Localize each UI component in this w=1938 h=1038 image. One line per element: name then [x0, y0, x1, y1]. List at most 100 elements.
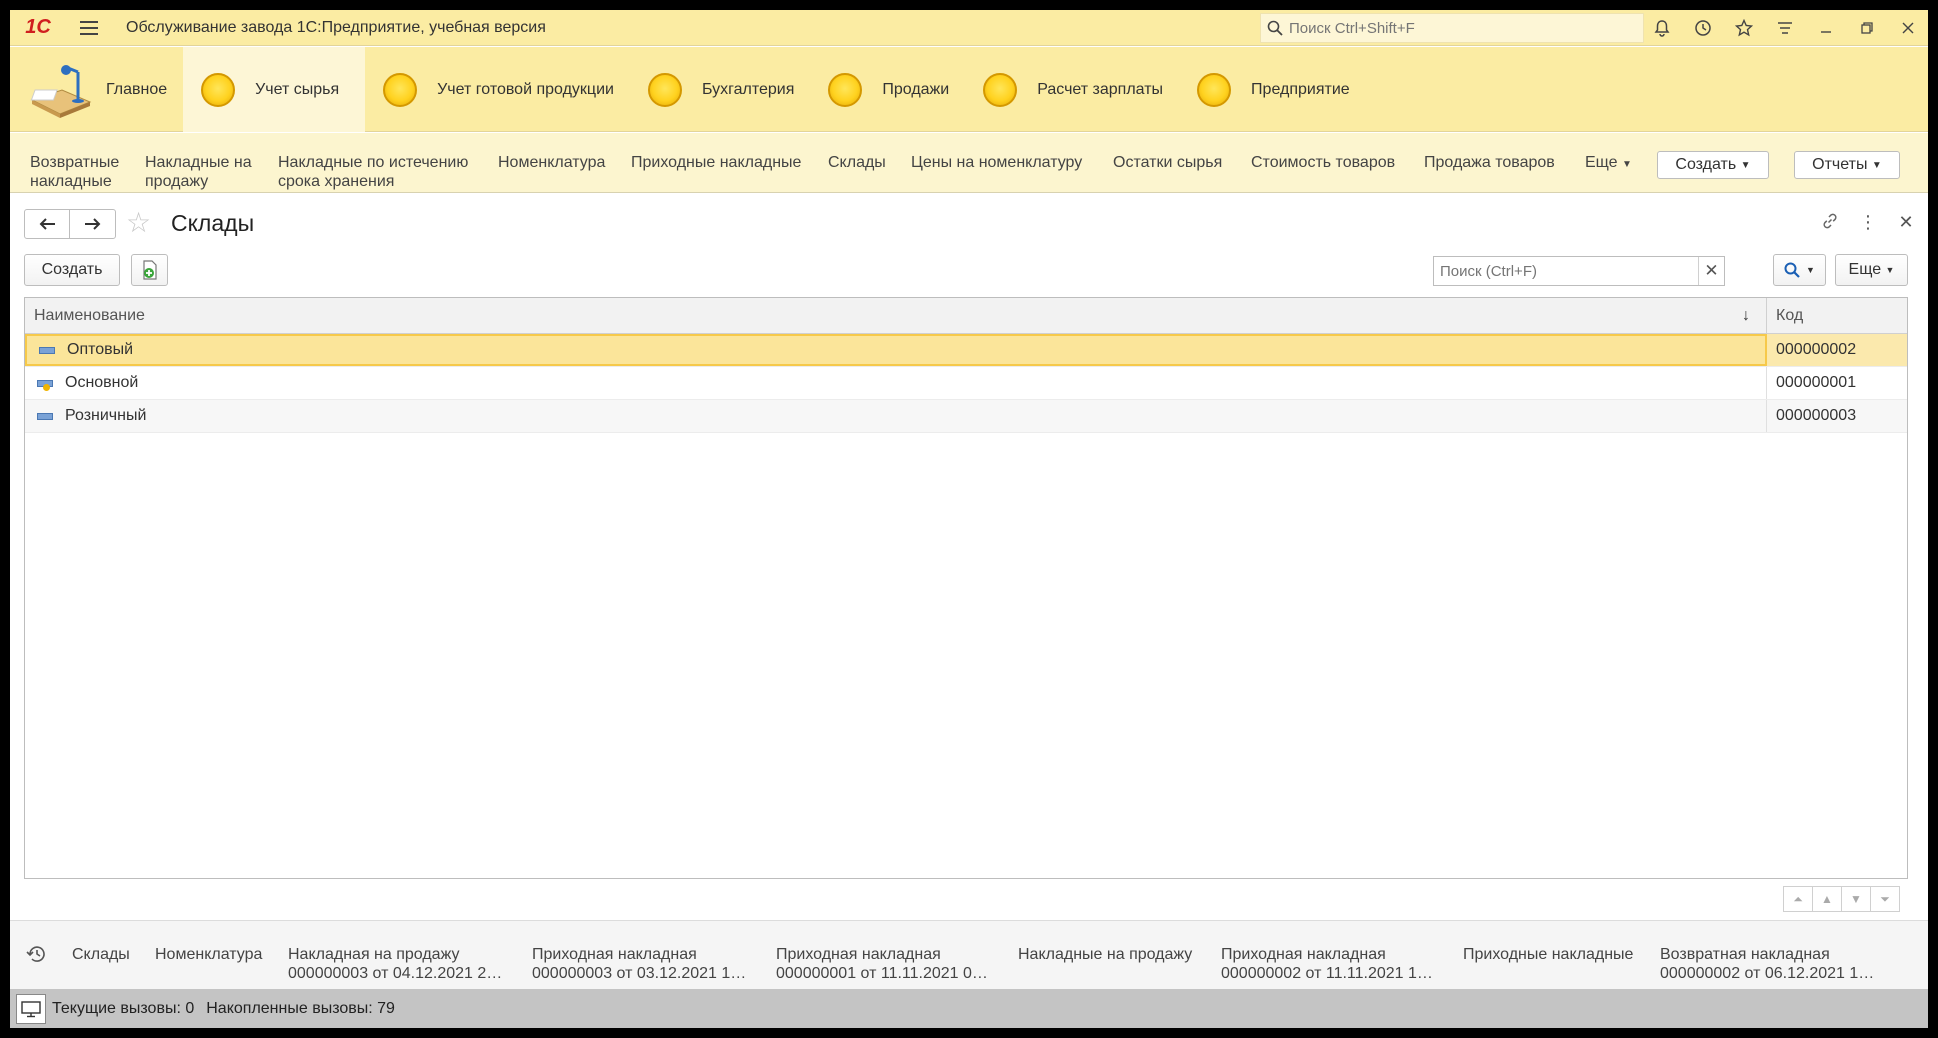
home-desk-icon — [28, 60, 94, 120]
page-title: Склады — [171, 210, 255, 236]
main-catalog-item-icon — [37, 378, 53, 391]
scroll-up-icon[interactable]: ▲ — [1812, 886, 1842, 912]
catalog-item-icon — [37, 411, 53, 421]
status-bar: Текущие вызовы: 0 Накопленные вызовы: 79 — [10, 989, 1928, 1028]
section-payroll[interactable]: Расчет зарплаты — [965, 47, 1179, 132]
chevron-down-icon: ▼ — [1885, 265, 1895, 275]
favorites-icon[interactable] — [1723, 10, 1764, 46]
history-item[interactable]: Номенклатура — [155, 945, 262, 964]
app-window: 1С Обслуживание завода 1С:Предприятие, у… — [10, 10, 1928, 1028]
history-panel: Склады Номенклатура Накладная на продажу… — [10, 920, 1928, 996]
history-icon[interactable] — [26, 943, 48, 971]
section-sales[interactable]: Продажи — [810, 47, 965, 132]
bell-icon[interactable] — [1641, 10, 1682, 46]
app-title: Обслуживание завода 1С:Предприятие, учеб… — [126, 18, 546, 36]
section-label: Учет готовой продукции — [437, 80, 614, 98]
catalog-item-icon — [39, 345, 55, 355]
search-input[interactable] — [1434, 262, 1698, 280]
row-code: 000000003 — [1776, 407, 1857, 424]
func-link-receipt-invoices[interactable]: Приходные накладные — [631, 153, 801, 172]
section-coin-icon — [1197, 72, 1232, 107]
column-header-name[interactable]: Наименование ↓ — [25, 298, 1767, 333]
close-icon[interactable]: ✕ — [1894, 212, 1918, 235]
table-header: Наименование ↓ Код — [25, 298, 1907, 334]
table-row[interactable]: Розничный 000000003 — [25, 400, 1907, 433]
search-icon — [1784, 262, 1800, 278]
history-item[interactable]: Возвратная накладная 000000002 от 06.12.2… — [1660, 945, 1874, 983]
section-home[interactable]: Главное — [10, 47, 183, 132]
chevron-down-icon: ▼ — [1871, 159, 1882, 171]
favorite-star-icon[interactable]: ☆ — [126, 206, 151, 239]
func-link-goods-cost[interactable]: Стоимость товаров — [1251, 153, 1395, 172]
nav-buttons — [24, 209, 116, 239]
func-link-prices[interactable]: Цены на номенклатуру — [911, 153, 1082, 172]
global-search[interactable] — [1260, 13, 1644, 43]
history-item[interactable]: Накладная на продажу 000000003 от 04.12.2… — [288, 945, 502, 983]
more-actions-button[interactable]: Еще ▼ — [1835, 254, 1908, 286]
scroll-to-bottom-icon[interactable]: ⏷ — [1870, 886, 1900, 912]
app-logo[interactable]: 1С — [16, 10, 60, 46]
functions-panel: Возвратные накладные Накладные на продажу … — [10, 133, 1928, 193]
section-enterprise[interactable]: Предприятие — [1179, 47, 1366, 132]
column-header-code[interactable]: Код — [1767, 298, 1907, 333]
section-home-label: Главное — [106, 80, 168, 98]
restore-icon[interactable] — [1846, 10, 1887, 46]
close-window-icon[interactable] — [1887, 10, 1928, 46]
create-button[interactable]: Создать — [24, 254, 120, 286]
table-row[interactable]: Основной 000000001 — [25, 367, 1907, 400]
section-coin-icon — [201, 72, 236, 107]
section-coin-icon — [383, 72, 418, 107]
row-name: Розничный — [65, 407, 147, 424]
title-bar-icons — [1641, 10, 1928, 46]
func-more-button[interactable]: Еще ▼ — [1585, 153, 1632, 174]
history-item[interactable]: Приходные накладные — [1463, 945, 1633, 964]
reports-menu-button[interactable]: Отчеты ▼ — [1794, 151, 1900, 179]
section-coin-icon — [647, 72, 682, 107]
history-icon[interactable] — [1682, 10, 1723, 46]
back-arrow-icon[interactable] — [25, 210, 70, 238]
search-options-button[interactable]: ▼ — [1773, 254, 1826, 286]
history-item[interactable]: Склады — [72, 945, 130, 964]
history-item[interactable]: Приходная накладная 000000001 от 11.11.20… — [776, 945, 988, 983]
functions-menu-icon[interactable] — [1764, 10, 1805, 46]
section-label: Учет сырья — [255, 80, 340, 98]
chevron-down-icon: ▼ — [1740, 159, 1751, 171]
monitor-icon[interactable] — [16, 993, 46, 1024]
history-item[interactable]: Приходная накладная 000000003 от 03.12.20… — [532, 945, 746, 983]
create-menu-button[interactable]: Создать ▼ — [1657, 151, 1769, 179]
section-finished-goods[interactable]: Учет готовой продукции — [365, 47, 630, 132]
list-search[interactable]: ✕ — [1433, 256, 1725, 286]
func-link-nomenclature[interactable]: Номенклатура — [498, 153, 605, 172]
section-label: Бухгалтерия — [701, 80, 795, 98]
accumulated-calls: Накопленные вызовы: 79 — [206, 999, 395, 1017]
func-link-goods-sales[interactable]: Продажа товаров — [1424, 153, 1555, 172]
func-link-sales-invoices[interactable]: Накладные на продажу — [145, 153, 252, 191]
func-link-warehouses[interactable]: Склады — [828, 153, 886, 172]
form-header: ☆ Склады ⋮ ✕ — [10, 206, 1928, 242]
section-accounting[interactable]: Бухгалтерия — [630, 47, 810, 132]
minimize-icon[interactable] — [1805, 10, 1846, 46]
row-code: 000000001 — [1776, 374, 1857, 391]
section-raw-materials[interactable]: Учет сырья — [183, 47, 366, 132]
history-item[interactable]: Приходная накладная 000000002 от 11.11.20… — [1221, 945, 1433, 983]
kebab-menu-icon[interactable]: ⋮ — [1856, 212, 1880, 235]
history-item[interactable]: Накладные на продажу — [1018, 945, 1192, 964]
scroll-down-icon[interactable]: ▼ — [1841, 886, 1871, 912]
row-name: Оптовый — [67, 341, 134, 358]
section-label: Продажи — [882, 80, 950, 98]
forward-arrow-icon[interactable] — [70, 210, 115, 238]
section-coin-icon — [983, 72, 1018, 107]
main-menu-icon[interactable] — [74, 10, 104, 46]
sections-panel: Главное Учет сырья Учет готовой продукци… — [10, 47, 1928, 132]
func-link-expiry-invoices[interactable]: Накладные по истечению срока хранения — [278, 153, 468, 191]
table-row[interactable]: Оптовый 000000002 — [25, 334, 1907, 367]
form-header-icons: ⋮ ✕ — [1818, 212, 1918, 235]
global-search-input[interactable] — [1289, 19, 1629, 37]
func-link-raw-stock[interactable]: Остатки сырья — [1113, 153, 1222, 172]
func-link-return-invoices[interactable]: Возвратные накладные — [30, 153, 119, 191]
scroll-to-top-icon[interactable]: ⏶ — [1783, 886, 1813, 912]
copy-item-icon[interactable] — [131, 254, 168, 286]
clear-search-icon[interactable]: ✕ — [1698, 257, 1724, 285]
link-icon[interactable] — [1818, 212, 1842, 235]
current-calls: Текущие вызовы: 0 — [52, 999, 195, 1017]
